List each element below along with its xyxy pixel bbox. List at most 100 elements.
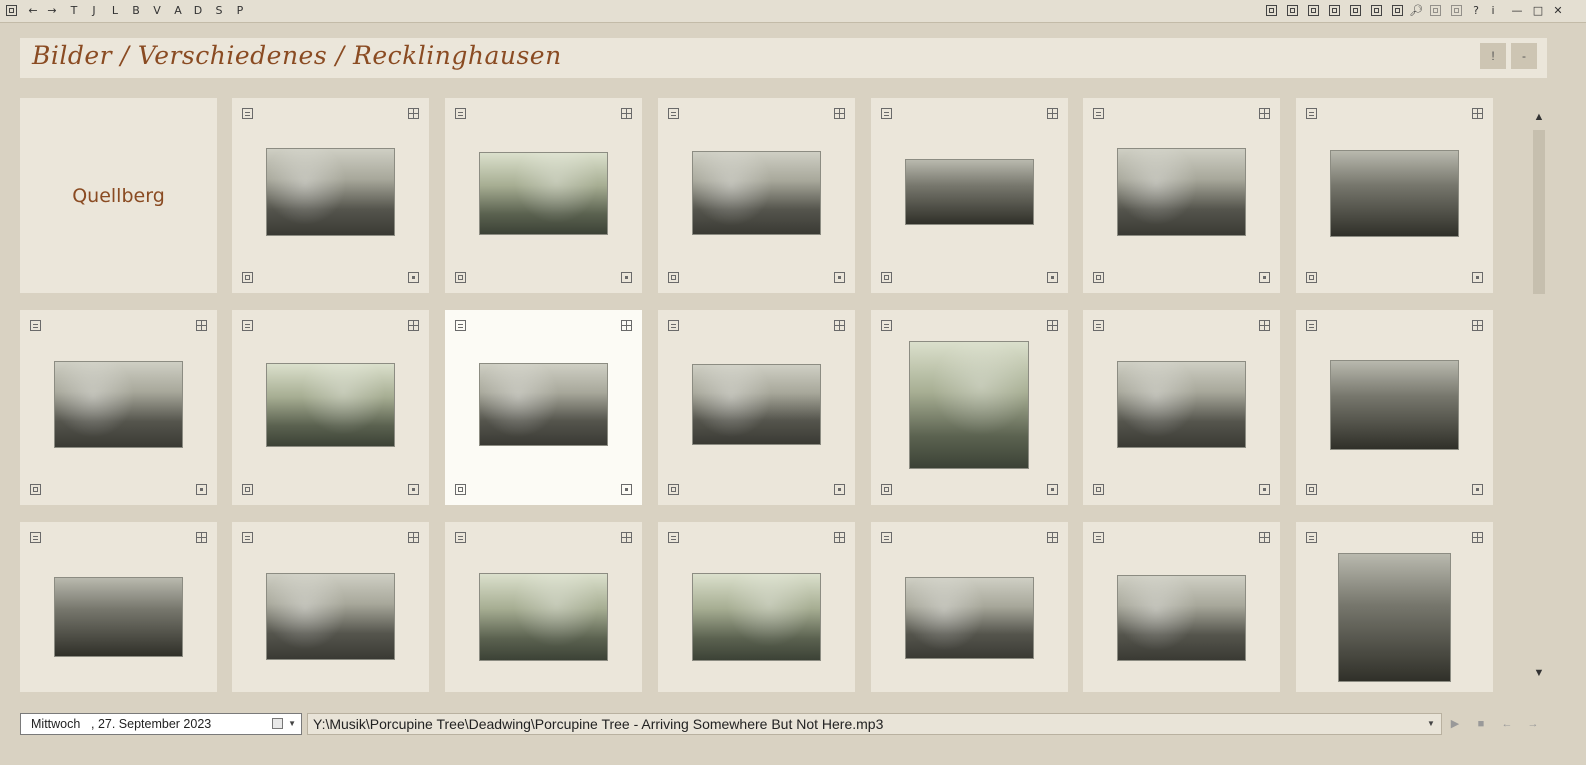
- photo-tile[interactable]: [445, 98, 642, 293]
- info-list-icon[interactable]: [668, 108, 679, 119]
- info-list-icon[interactable]: [455, 532, 466, 543]
- expand-grid-icon[interactable]: [834, 532, 845, 543]
- play-icon[interactable]: ▶: [1446, 713, 1464, 735]
- photo-thumbnail[interactable]: [479, 152, 608, 235]
- nav-l-button[interactable]: L: [108, 3, 122, 19]
- folder-tile-quellberg[interactable]: Quellberg: [20, 98, 217, 293]
- exclaim-button[interactable]: !: [1480, 43, 1506, 69]
- mark-dot-icon[interactable]: [1047, 484, 1058, 495]
- photo-tile[interactable]: [1083, 98, 1280, 293]
- mark-dot-icon[interactable]: [621, 484, 632, 495]
- bookmark-icon[interactable]: [1329, 5, 1340, 16]
- back-button[interactable]: ←: [26, 3, 40, 19]
- stop-icon[interactable]: ■: [1472, 713, 1490, 735]
- photo-tile[interactable]: [1296, 310, 1493, 505]
- info-list-icon[interactable]: [30, 320, 41, 331]
- expand-grid-icon[interactable]: [834, 320, 845, 331]
- photo-tile[interactable]: [1083, 310, 1280, 505]
- expand-grid-icon[interactable]: [1472, 320, 1483, 331]
- photo-tile[interactable]: [658, 98, 855, 293]
- info-list-icon[interactable]: [881, 320, 892, 331]
- info-list-icon[interactable]: [1093, 320, 1104, 331]
- photo-thumbnail[interactable]: [692, 573, 821, 661]
- info-list-icon[interactable]: [668, 532, 679, 543]
- expand-grid-icon[interactable]: [196, 532, 207, 543]
- app-menu-icon[interactable]: [6, 5, 17, 16]
- previous-icon[interactable]: ←: [1498, 713, 1516, 735]
- minus-button[interactable]: -: [1511, 43, 1537, 69]
- photo-thumbnail[interactable]: [1330, 150, 1459, 237]
- nav-j-button[interactable]: J: [87, 3, 101, 19]
- clock-icon[interactable]: [1308, 5, 1319, 16]
- info-list-icon[interactable]: [242, 320, 253, 331]
- info-list-icon[interactable]: [1093, 108, 1104, 119]
- mark-dot-icon[interactable]: [408, 272, 419, 283]
- photo-thumbnail[interactable]: [479, 363, 608, 446]
- info-list-icon[interactable]: [455, 108, 466, 119]
- select-box-icon[interactable]: [668, 272, 679, 283]
- photo-thumbnail[interactable]: [1117, 361, 1246, 448]
- columns-icon[interactable]: [1451, 5, 1462, 16]
- scroll-down-icon[interactable]: ▼︎: [1530, 664, 1548, 682]
- forward-button[interactable]: →: [45, 3, 59, 19]
- photo-thumbnail[interactable]: [266, 573, 395, 660]
- photo-thumbnail[interactable]: [266, 363, 395, 447]
- photo-tile[interactable]: [658, 522, 855, 692]
- close-button[interactable]: ✕: [1551, 3, 1565, 19]
- maximize-button[interactable]: □: [1531, 3, 1545, 19]
- info-list-icon[interactable]: [1306, 320, 1317, 331]
- info-list-icon[interactable]: [1093, 532, 1104, 543]
- select-box-icon[interactable]: [881, 272, 892, 283]
- vertical-scrollbar[interactable]: ▲︎ ▼︎: [1530, 98, 1548, 692]
- expand-grid-icon[interactable]: [408, 320, 419, 331]
- nav-s-button[interactable]: S: [212, 3, 226, 19]
- search-icon[interactable]: 🔎︎: [1409, 3, 1423, 19]
- grid-icon[interactable]: [1350, 5, 1361, 16]
- expand-grid-icon[interactable]: [621, 108, 632, 119]
- expand-grid-icon[interactable]: [1472, 532, 1483, 543]
- nav-a-button[interactable]: A: [171, 3, 185, 19]
- select-box-icon[interactable]: [242, 484, 253, 495]
- photo-thumbnail[interactable]: [692, 151, 821, 235]
- mark-dot-icon[interactable]: [1472, 484, 1483, 495]
- photo-thumbnail[interactable]: [905, 159, 1034, 225]
- photo-tile[interactable]: [232, 522, 429, 692]
- mark-dot-icon[interactable]: [621, 272, 632, 283]
- info-list-icon[interactable]: [881, 108, 892, 119]
- media-path-field[interactable]: Y:\Musik\Porcupine Tree\Deadwing\Porcupi…: [307, 713, 1442, 735]
- chevron-down-icon[interactable]: ▼: [288, 714, 296, 734]
- photo-tile[interactable]: [445, 522, 642, 692]
- photo-tile[interactable]: [1296, 98, 1493, 293]
- expand-grid-icon[interactable]: [621, 532, 632, 543]
- date-picker[interactable]: Mittwoch , 27. September 2023 ▼: [20, 713, 302, 735]
- expand-grid-icon[interactable]: [1472, 108, 1483, 119]
- nav-b-button[interactable]: B: [129, 3, 143, 19]
- expand-grid-icon[interactable]: [196, 320, 207, 331]
- chevron-down-icon[interactable]: ▼: [1424, 713, 1438, 735]
- photo-thumbnail[interactable]: [909, 341, 1029, 469]
- photo-tile[interactable]: [871, 310, 1068, 505]
- photo-thumbnail[interactable]: [54, 361, 183, 448]
- mark-dot-icon[interactable]: [1259, 484, 1270, 495]
- photo-tile[interactable]: [232, 310, 429, 505]
- photo-tile[interactable]: [871, 98, 1068, 293]
- view-b-icon[interactable]: [1287, 5, 1298, 16]
- help-icon[interactable]: ?: [1469, 3, 1483, 19]
- mark-dot-icon[interactable]: [1259, 272, 1270, 283]
- select-box-icon[interactable]: [668, 484, 679, 495]
- info-list-icon[interactable]: [242, 532, 253, 543]
- mark-dot-icon[interactable]: [1047, 272, 1058, 283]
- photo-tile[interactable]: [232, 98, 429, 293]
- select-box-icon[interactable]: [30, 484, 41, 495]
- photo-tile[interactable]: [20, 522, 217, 692]
- info-list-icon[interactable]: [242, 108, 253, 119]
- mark-dot-icon[interactable]: [1472, 272, 1483, 283]
- stack-icon[interactable]: [1392, 5, 1403, 16]
- info-icon[interactable]: i: [1486, 3, 1500, 19]
- photo-tile-selected[interactable]: [445, 310, 642, 505]
- nav-p-button[interactable]: P: [233, 3, 247, 19]
- expand-grid-icon[interactable]: [408, 108, 419, 119]
- info-list-icon[interactable]: [668, 320, 679, 331]
- mark-dot-icon[interactable]: [834, 272, 845, 283]
- info-list-icon[interactable]: [455, 320, 466, 331]
